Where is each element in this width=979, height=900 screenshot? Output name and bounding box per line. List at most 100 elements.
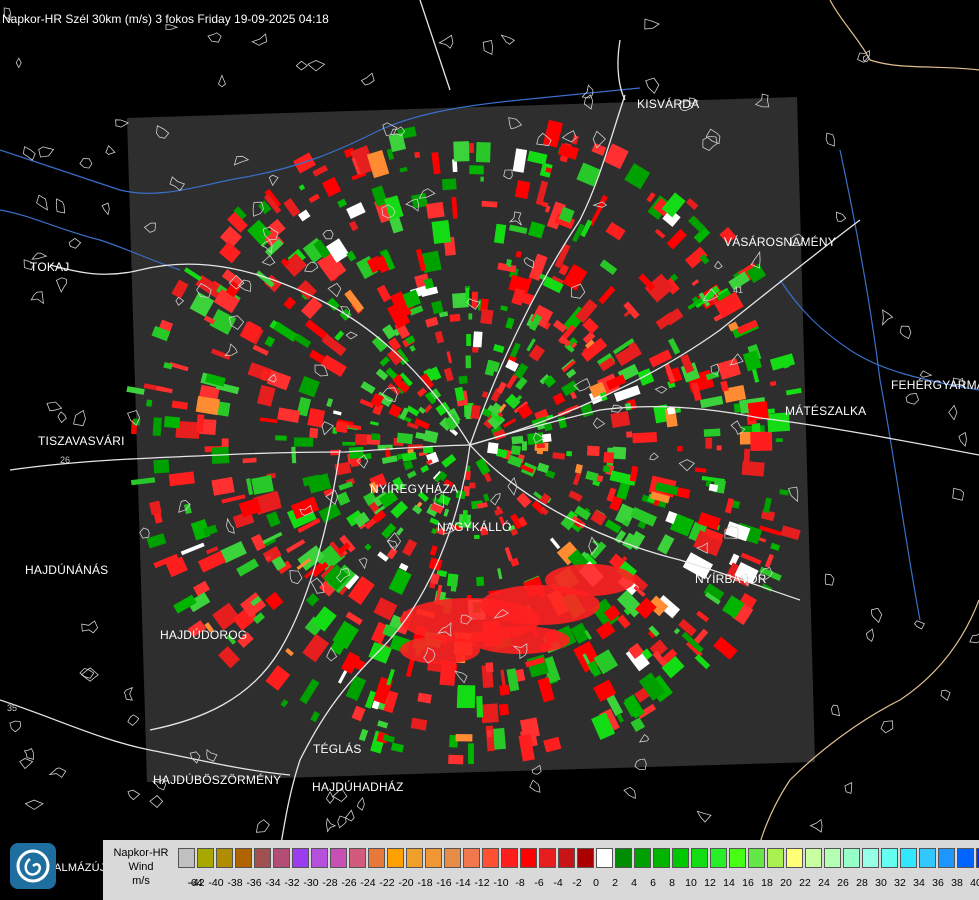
radar-echo [342, 441, 356, 446]
radar-echo [480, 176, 484, 182]
city-hajdudorog: HAJDÚDOROG [160, 628, 248, 642]
radar-echo [476, 696, 484, 718]
legend-tick: -28 [322, 877, 338, 889]
legend-unit: m/s [132, 875, 150, 887]
radar-echo [441, 178, 457, 191]
radar-echo [275, 435, 287, 441]
legend-swatch [311, 848, 328, 868]
legend-tick: 34 [913, 877, 925, 889]
legend-swatch [767, 848, 784, 868]
legend-tick: 14 [723, 877, 735, 889]
legend-swatch [273, 848, 290, 868]
legend-tick: 24 [818, 877, 830, 889]
radar-echo [455, 733, 473, 742]
city-kisvarda: KISVÁRDA [637, 97, 700, 111]
radar-echo [511, 435, 524, 445]
radar-echo [453, 141, 470, 162]
city-tokaj: TOKAJ [30, 260, 70, 274]
legend-swatch [805, 848, 822, 868]
radar-echo [703, 428, 721, 437]
city-hajdunanas: HAJDÚNÁNÁS [25, 563, 109, 577]
radar-echo [457, 685, 476, 709]
radar-echo [602, 465, 611, 473]
radar-echo [499, 684, 510, 696]
radar-echo [775, 438, 783, 442]
radar-echo [743, 448, 751, 462]
legend-tick: 12 [704, 877, 716, 889]
legend-tick: -4 [553, 877, 563, 889]
legend-tick: 4 [631, 877, 637, 889]
radar-echo [152, 417, 162, 437]
legend-swatch [520, 848, 537, 868]
legend-swatch [387, 848, 404, 868]
legend-swatch [197, 848, 214, 868]
radar-echo [677, 445, 683, 452]
radar-echo [480, 309, 494, 325]
legend-tick: -12 [474, 877, 490, 889]
legend-swatch [862, 848, 879, 868]
radar-echo [733, 403, 741, 413]
radar-echo [146, 399, 153, 407]
city-tiszavasvari: TISZAVASVÁRI [38, 434, 125, 448]
radar-echo [632, 431, 658, 444]
legend-tick: 16 [742, 877, 754, 889]
city-hajduhadhaz: HAJDÚHADHÁZ [312, 780, 404, 794]
radar-echo [475, 142, 491, 163]
radar-echo [469, 482, 476, 489]
legend-swatch [729, 848, 746, 868]
legend-tick: -8 [515, 877, 525, 889]
radar-echo [195, 395, 220, 416]
radar-echo [492, 727, 506, 750]
radar-echo [473, 534, 480, 540]
legend-swatch [691, 848, 708, 868]
legend-tick: -36 [246, 877, 262, 889]
legend-variable: Wind [128, 861, 154, 873]
legend-tick: -34 [265, 877, 281, 889]
legend-tick: 6 [650, 877, 656, 889]
legend-swatch [235, 848, 252, 868]
legend-swatch [710, 848, 727, 868]
legend-tick: -38 [227, 877, 243, 889]
legend-swatch [216, 848, 233, 868]
legend-tick: 20 [780, 877, 792, 889]
legend-tick: -30 [303, 877, 319, 889]
legend-tick: 38 [951, 877, 963, 889]
radar-echo [468, 313, 473, 320]
radar-echo [741, 460, 765, 477]
legend-swatch [577, 848, 594, 868]
legend-tick: -26 [341, 877, 357, 889]
radar-echo [750, 431, 773, 451]
legend-swatch [254, 848, 271, 868]
city-fehergyarmat: FEHÉRGYARMA [891, 378, 979, 392]
radar-echo [487, 442, 499, 455]
radar-echo [485, 662, 494, 673]
radar-echo [396, 432, 413, 445]
legend-swatch [843, 848, 860, 868]
radar-echo [309, 427, 319, 439]
radar-echo [466, 334, 472, 346]
legend-swatch [786, 848, 803, 868]
legend-swatch [330, 848, 347, 868]
radar-echo [481, 200, 498, 208]
legend-swatch [938, 848, 955, 868]
city-vasarosnameny: VÁSÁROSNAMÉNY [724, 235, 836, 249]
legend-tick: 22 [799, 877, 811, 889]
legend-swatch [653, 848, 670, 868]
city-mateszalka: MÁTÉSZALKA [785, 404, 867, 418]
radar-echo [153, 459, 170, 474]
legend-tick: -6 [534, 877, 544, 889]
radar-echo [291, 446, 297, 464]
radar-echo [431, 219, 451, 245]
radar-echo [468, 743, 474, 765]
legend-swatch [444, 848, 461, 868]
legend-tick: -2 [572, 877, 582, 889]
legend-tick: -16 [436, 877, 452, 889]
radar-echo [426, 201, 445, 219]
legend-tick: -24 [360, 877, 376, 889]
radar-echo [458, 375, 468, 385]
legend-swatch [463, 848, 480, 868]
legend-tick: -22 [379, 877, 395, 889]
radar-echo [163, 416, 181, 429]
city-teglas: TÉGLÁS [313, 742, 362, 756]
radar-echo-cluster [545, 564, 635, 596]
